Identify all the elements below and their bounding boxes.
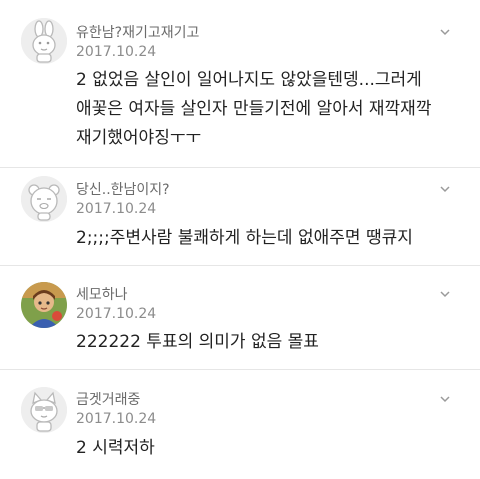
comment-item: 유한남?재기고재기고 2017.10.24 2 없었음 살인이 일어나지도 않았… <box>0 0 480 167</box>
comment-nickname[interactable]: 금겟거래중 <box>76 389 140 409</box>
chevron-down-icon[interactable] <box>438 25 452 39</box>
comment-item: 당신..한남이지? 2017.10.24 2;;;;주변사람 불쾌하게 하는데 … <box>0 167 480 266</box>
comment-nickname[interactable]: 세모하나 <box>76 284 128 304</box>
comment-nickname[interactable]: 유한남?재기고재기고 <box>76 22 199 42</box>
comment-date: 2017.10.24 <box>76 411 157 427</box>
comment-text: 2 시력저하 <box>76 434 450 463</box>
comment-text-line: 애꽃은 여자들 살인자 만들기전에 알아서 재깍재깍 <box>76 99 432 119</box>
comment-text-line: 2 없었음 살인이 일어나지도 않았을텐뎅...그러게 <box>76 70 422 90</box>
chevron-down-icon[interactable] <box>438 287 452 301</box>
comment-text: 2 없었음 살인이 일어나지도 않았을텐뎅...그러게 애꽃은 여자들 살인자 … <box>76 66 450 153</box>
comment-text-line: 2;;;;주변사람 불쾌하게 하는데 없애주면 땡큐지 <box>76 228 413 248</box>
comment-item: 금겟거래중 2017.10.24 2 시력저하 <box>0 369 480 479</box>
comment-date: 2017.10.24 <box>76 306 157 322</box>
photo-avatar[interactable] <box>21 282 67 328</box>
comment-date: 2017.10.24 <box>76 201 157 217</box>
cat-character-icon[interactable] <box>21 387 67 433</box>
comment-text: 222222 투표의 의미가 없음 몰표 <box>76 328 450 357</box>
comment-text-line: 재기했어야징ㅜㅜ <box>76 128 202 148</box>
bear-character-icon[interactable] <box>21 176 67 222</box>
comment-text-line: 222222 투표의 의미가 없음 몰표 <box>76 332 319 352</box>
comment-item: 세모하나 2017.10.24 222222 투표의 의미가 없음 몰표 <box>0 265 480 370</box>
chevron-down-icon[interactable] <box>438 392 452 406</box>
rabbit-character-icon[interactable] <box>21 18 67 64</box>
comment-text-line: 2 시력저하 <box>76 438 155 458</box>
comment-text: 2;;;;주변사람 불쾌하게 하는데 없애주면 땡큐지 <box>76 224 450 253</box>
chevron-down-icon[interactable] <box>438 182 452 196</box>
comment-nickname[interactable]: 당신..한남이지? <box>76 179 170 199</box>
comment-date: 2017.10.24 <box>76 44 157 60</box>
